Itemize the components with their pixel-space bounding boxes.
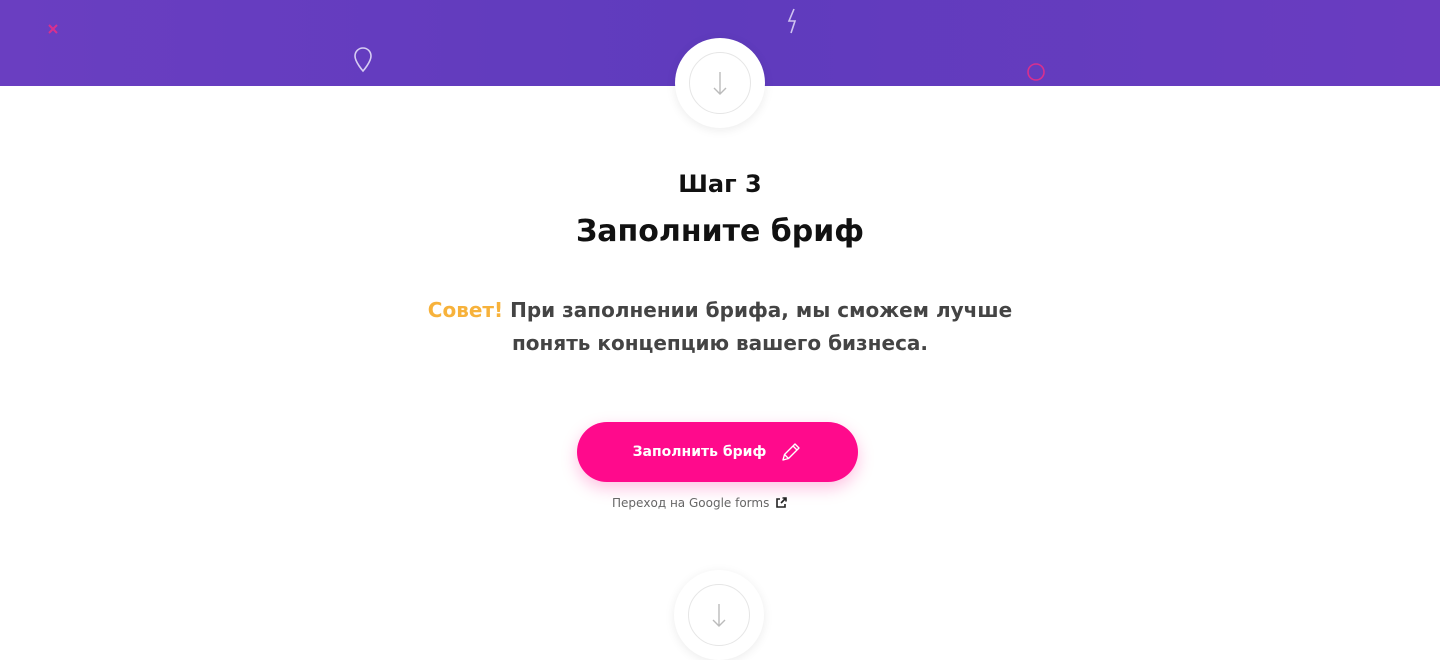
- tip-highlight: Совет!: [427, 298, 504, 322]
- step-number: Шаг 3: [678, 170, 762, 198]
- circle-decor-icon: [1027, 63, 1045, 81]
- next-step-badge-inner: [688, 584, 750, 646]
- lightning-decor-icon: [787, 8, 797, 34]
- step-badge: [675, 38, 765, 128]
- cross-decor-icon: [48, 24, 58, 34]
- fill-brief-label: Заполнить бриф: [632, 444, 767, 460]
- next-step-badge: [674, 570, 764, 660]
- arrow-down-icon: [713, 72, 727, 95]
- step-title: Заполните бриф: [575, 214, 864, 249]
- google-forms-link[interactable]: Переход на Google forms: [612, 496, 788, 510]
- map-pin-decor-icon: [354, 47, 372, 73]
- fill-brief-button[interactable]: Заполнить бриф: [577, 422, 858, 482]
- tip-text: Совет! При заполнении брифа, мы сможем л…: [420, 294, 1020, 360]
- pencil-icon: [782, 443, 801, 461]
- step-badge-inner: [689, 52, 751, 114]
- arrow-down-icon: [712, 604, 726, 627]
- external-link-icon: [776, 497, 788, 508]
- google-forms-link-text: Переход на Google forms: [612, 496, 770, 510]
- tip-body: При заполнении брифа, мы сможем лучше по…: [510, 298, 1013, 355]
